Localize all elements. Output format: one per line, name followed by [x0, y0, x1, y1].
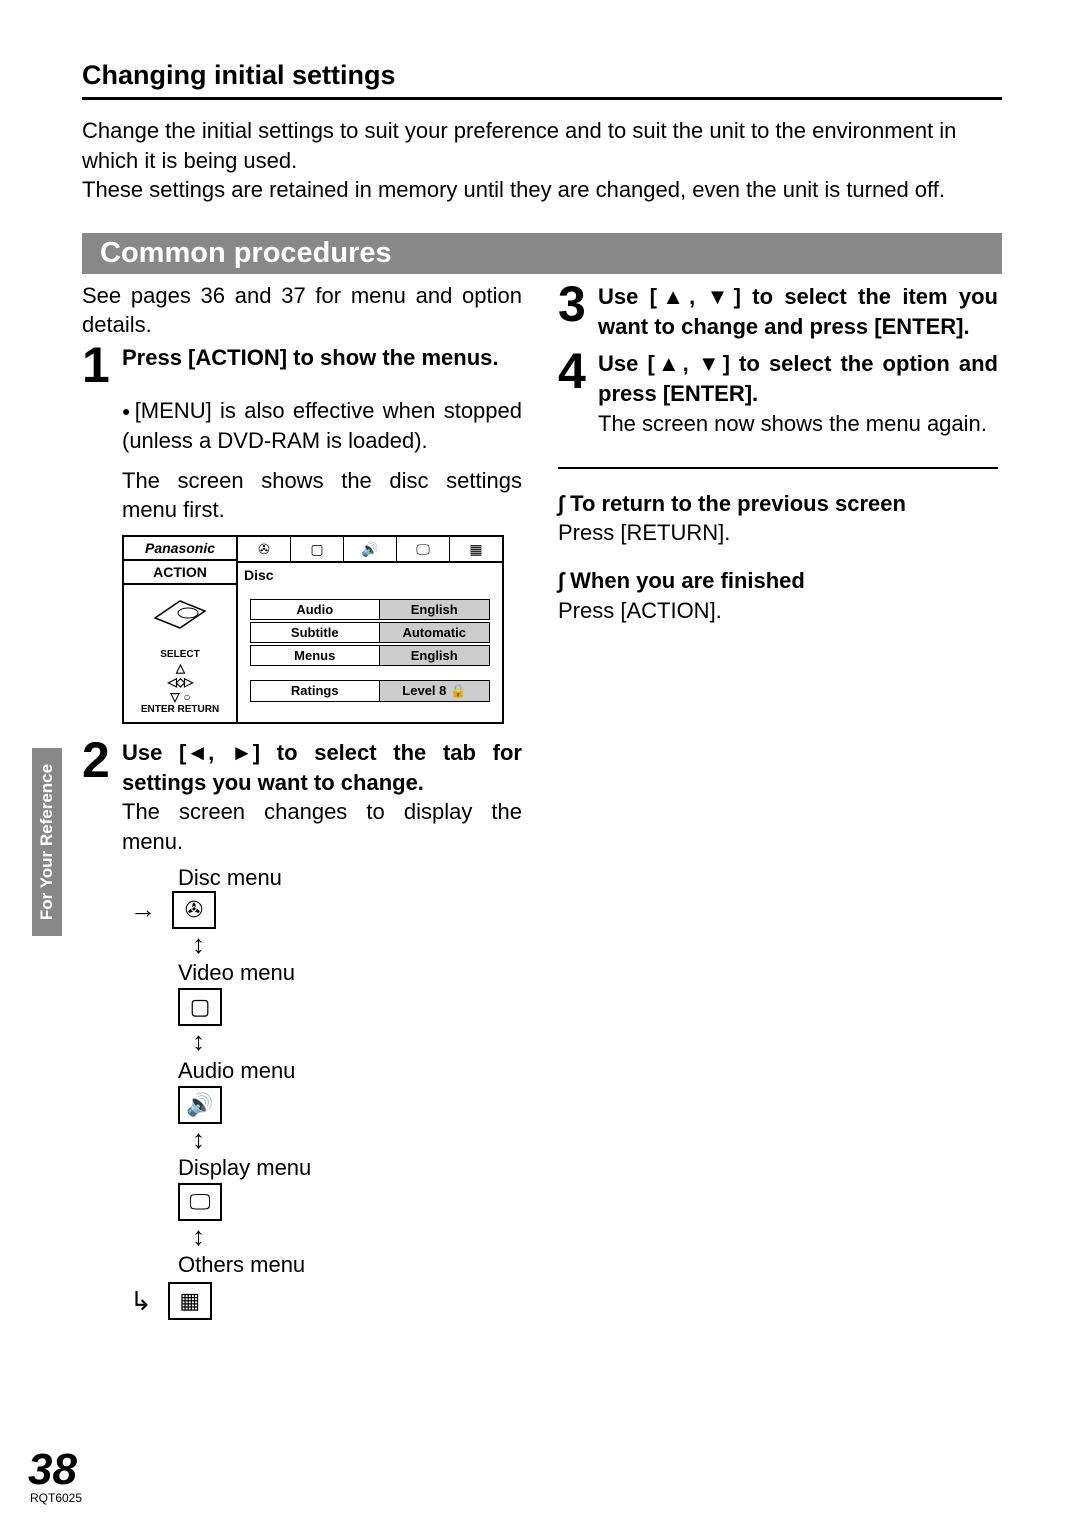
menu-row-ratings: Ratings Level 8 🔒 — [250, 680, 490, 702]
step-2-title: Use [◄, ►] to select the tab for setting… — [122, 738, 522, 797]
side-tab-label: For Your Reference — [37, 764, 57, 920]
select-enter-return-label: SELECT △◁◇▷▽ ○ ENTER RETURN — [124, 643, 236, 722]
page-number: 38 — [28, 1445, 77, 1495]
flow-arrow-3: ↕ — [192, 1124, 522, 1155]
remote-icon — [150, 593, 210, 633]
disc-tab-icon: ✇ — [238, 537, 291, 561]
menu-flow-diagram: Disc menu → ✇ ↕ Video menu ▢ ↕ Audio menu… — [130, 865, 522, 1321]
divider — [558, 467, 998, 469]
step-3: 3 Use [▲, ▼] to select the item you want… — [558, 282, 998, 341]
intro-text: Change the initial settings to suit your… — [82, 116, 1002, 205]
dpad-icon: △◁◇▷▽ ○ — [126, 661, 234, 704]
flow-label-video: Video menu — [178, 960, 522, 986]
step-4-number: 4 — [558, 349, 588, 394]
step-1-title: Press [ACTION] to show the menus. — [122, 343, 522, 373]
display-menu-icon: 🖵 — [178, 1183, 222, 1221]
step-1-number: 1 — [82, 343, 112, 388]
flow-arrow-1: ↕ — [192, 929, 522, 960]
step-1-note: The screen shows the disc settings menu … — [122, 466, 522, 525]
intro-line-1: Change the initial settings to suit your… — [82, 116, 1002, 175]
menu-row-audio: Audio English — [250, 599, 490, 620]
flow-label-audio: Audio menu — [178, 1058, 522, 1084]
audio-tab-icon: 🔊 — [344, 537, 397, 561]
flow-arrow-4: ↕ — [192, 1221, 522, 1252]
action-label: ACTION — [124, 561, 236, 585]
audio-menu-icon: 🔊 — [178, 1086, 222, 1124]
disc-menu-icon: ✇ — [172, 891, 216, 929]
side-reference-tab: For Your Reference — [32, 748, 62, 936]
arrow-right-icon: → — [130, 894, 156, 925]
intro-line-2: These settings are retained in memory un… — [82, 175, 1002, 205]
common-procedures-heading: Common procedures — [82, 233, 1002, 274]
brand-label: Panasonic — [124, 537, 236, 561]
step-4: 4 Use [▲, ▼] to select the option and pr… — [558, 349, 998, 438]
flow-label-display: Display menu — [178, 1155, 522, 1181]
step-2-number: 2 — [82, 738, 112, 783]
video-tab-icon: ▢ — [291, 537, 344, 561]
disc-tab-label: Disc — [238, 563, 502, 587]
osd-screen-mock: Panasonic ACTION SELECT △◁◇▷▽ ○ ENTER RE… — [122, 535, 504, 724]
others-menu-icon: ▦ — [168, 1282, 212, 1320]
others-tab-icon: ▦ — [450, 537, 502, 561]
menu-row-subtitle: Subtitle Automatic — [250, 622, 490, 643]
flow-arrow-2: ↕ — [192, 1026, 522, 1057]
section-title: Changing initial settings — [82, 60, 1002, 100]
step-2-note: The screen changes to display the menu. — [122, 797, 522, 856]
video-menu-icon: ▢ — [178, 988, 222, 1026]
see-pages-note: See pages 36 and 37 for menu and option … — [82, 282, 522, 339]
step-3-number: 3 — [558, 282, 588, 327]
arrow-loop-icon: ↳ — [130, 1286, 152, 1317]
display-tab-icon: 🖵 — [397, 537, 450, 561]
document-code: RQT6025 — [30, 1491, 82, 1505]
step-1: 1 Press [ACTION] to show the menus. — [82, 343, 522, 388]
tab-icons-row: ✇ ▢ 🔊 🖵 ▦ — [238, 537, 502, 563]
return-note: ∫ To return to the previous screen Press… — [558, 489, 998, 548]
finished-note: ∫ When you are finished Press [ACTION]. — [558, 566, 998, 625]
step-4-note: The screen now shows the menu again. — [598, 409, 998, 439]
step-1-bullet: [MENU] is also effective when stopped (u… — [122, 396, 522, 455]
flow-label-others: Others menu — [178, 1252, 522, 1278]
step-4-title: Use [▲, ▼] to select the option and pres… — [598, 349, 998, 408]
step-2: 2 Use [◄, ►] to select the tab for setti… — [82, 738, 522, 857]
step-3-title: Use [▲, ▼] to select the item you want t… — [598, 282, 998, 341]
flow-label-disc: Disc menu — [178, 865, 282, 891]
menu-row-menus: Menus English — [250, 645, 490, 666]
